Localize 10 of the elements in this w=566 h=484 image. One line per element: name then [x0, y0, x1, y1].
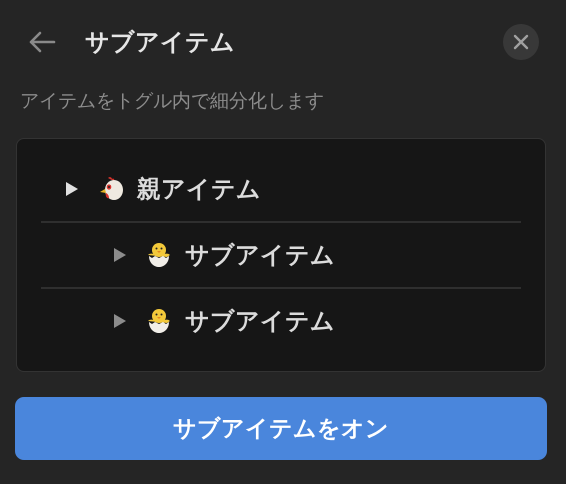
- tree-item-label[interactable]: サブアイテム: [185, 305, 335, 337]
- tree-item-label[interactable]: サブアイテム: [185, 239, 335, 271]
- description-text: アイテムをトグル内で細分化します: [20, 89, 325, 114]
- expand-triangle-icon[interactable]: [65, 181, 79, 197]
- back-arrow-icon[interactable]: [27, 30, 57, 54]
- close-button[interactable]: [503, 24, 539, 60]
- tree-item-label[interactable]: 親アイテム: [137, 173, 261, 205]
- close-icon: [513, 34, 529, 50]
- panel-title: サブアイテム: [85, 27, 236, 58]
- enable-subitems-button[interactable]: サブアイテムをオン: [15, 397, 547, 460]
